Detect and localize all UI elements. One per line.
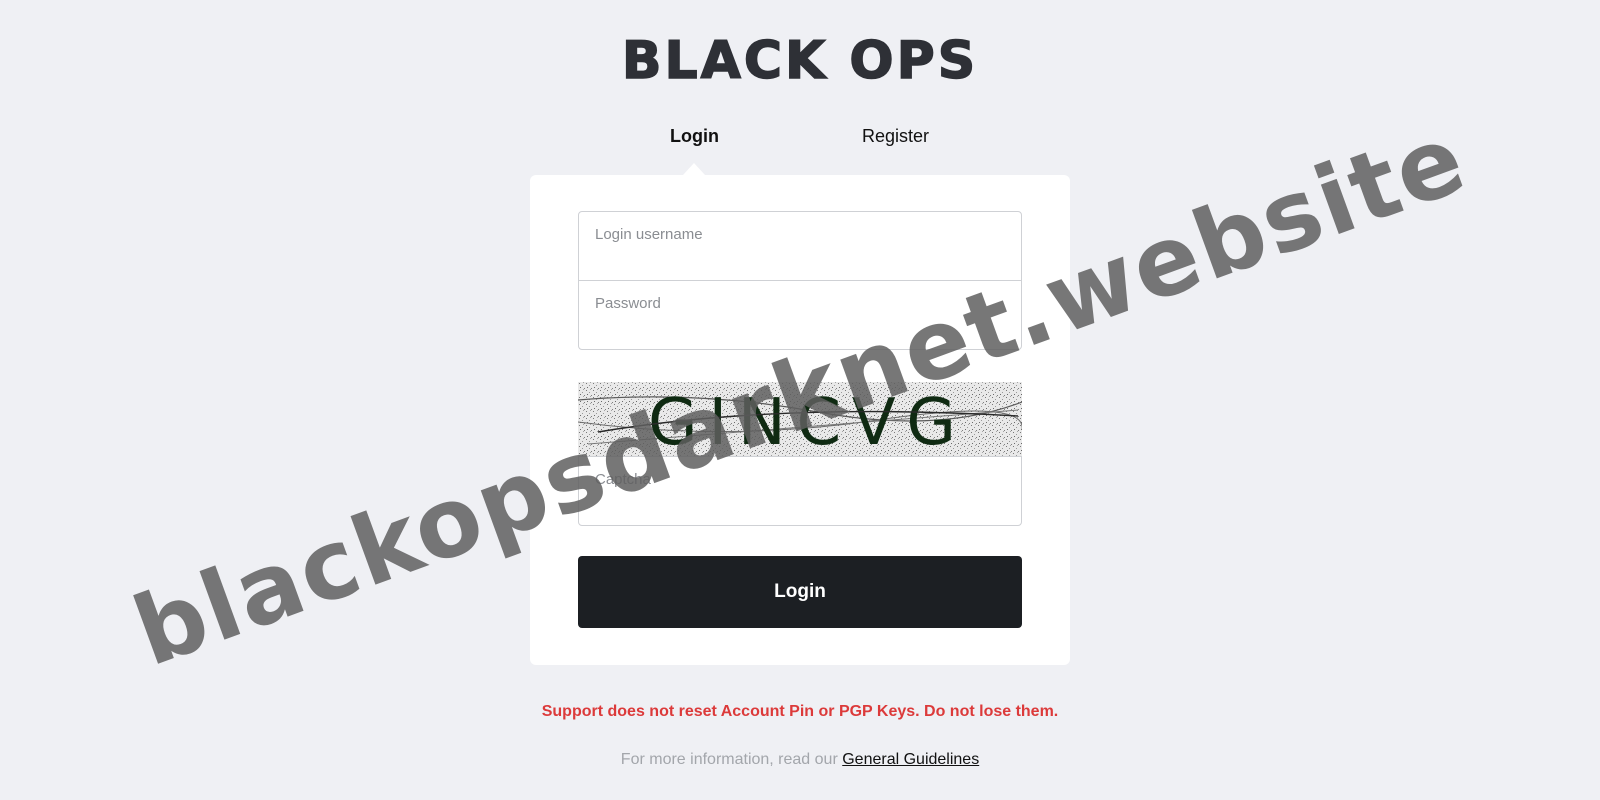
login-button[interactable]: Login xyxy=(578,556,1022,628)
tab-login[interactable]: Login xyxy=(670,126,719,147)
password-input[interactable] xyxy=(579,281,1021,349)
auth-tabs: Login Register xyxy=(0,126,1600,176)
brand-logo: BLACK OPS xyxy=(621,30,978,88)
captcha-text: GINCVG xyxy=(648,386,958,456)
general-guidelines-link[interactable]: General Guidelines xyxy=(842,751,979,768)
captcha-image: GINCVG xyxy=(578,382,1022,456)
support-warning: Support does not reset Account Pin or PG… xyxy=(541,703,1059,720)
username-field: Login username xyxy=(578,211,1022,281)
logo-text: BLACK OPS xyxy=(622,31,978,88)
captcha-field: Captcha xyxy=(578,456,1022,526)
guidelines-prefix: For more information, read our xyxy=(620,751,838,768)
login-card: Login username Password GINCVG Captcha L… xyxy=(530,175,1070,665)
login-page: BLACK OPS Login Register Login username … xyxy=(0,0,1600,800)
captcha-input[interactable] xyxy=(579,457,1021,525)
tab-register[interactable]: Register xyxy=(862,126,929,147)
active-tab-pointer xyxy=(683,163,705,175)
captcha-graphic: GINCVG xyxy=(578,382,1022,456)
username-input[interactable] xyxy=(579,212,1021,280)
guidelines-notice: For more information, read our General G… xyxy=(0,751,1600,769)
password-field: Password xyxy=(578,280,1022,350)
